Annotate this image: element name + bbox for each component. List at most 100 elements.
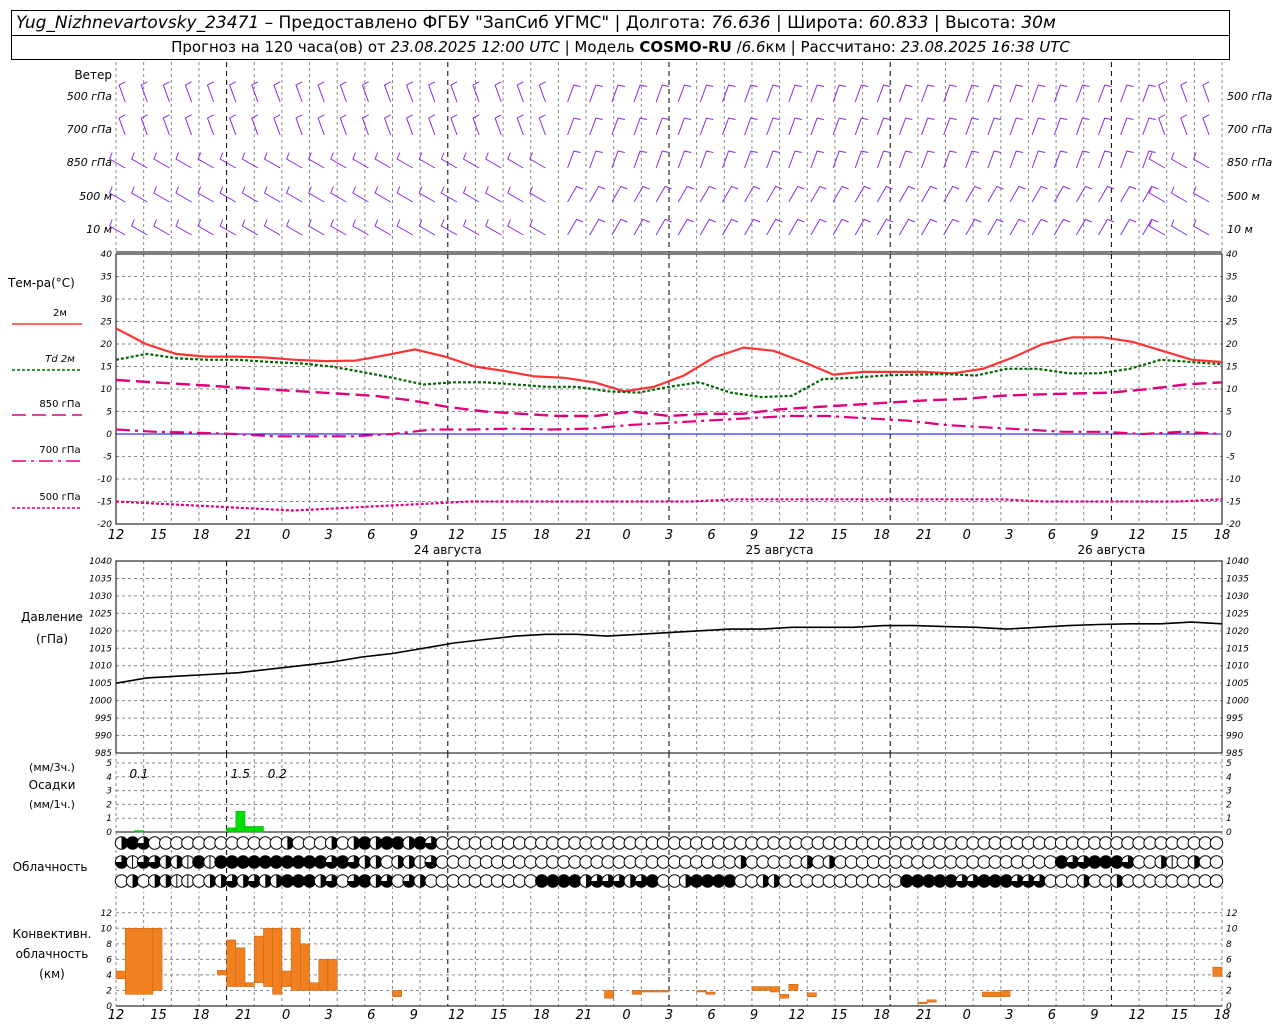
wind-barb xyxy=(462,152,480,169)
cloud-fill-overcast xyxy=(391,836,405,850)
cloud-symbol xyxy=(944,836,958,850)
axis-tick-right: 1010 xyxy=(1226,662,1249,672)
axis-tick-left: 5 xyxy=(106,408,112,418)
axis-tick-left: 995 xyxy=(95,714,112,724)
convective-bar xyxy=(309,982,320,991)
wind-barb xyxy=(567,117,581,136)
convective-bar xyxy=(770,986,780,993)
pressure-unit: (гПа) xyxy=(36,632,68,646)
wind-level-label-right: 500 гПа xyxy=(1227,90,1273,103)
wind-barb xyxy=(567,150,581,169)
cloud-symbol xyxy=(811,874,825,888)
wind-barb xyxy=(219,219,237,236)
wind-barb xyxy=(589,117,603,136)
wind-barb xyxy=(567,84,581,103)
cloud-symbol xyxy=(623,836,637,850)
wind-barb xyxy=(330,152,347,169)
cloud-symbol xyxy=(170,836,184,850)
wind-barb xyxy=(361,114,369,136)
hour-tick-label-bottom: 18 xyxy=(193,1008,210,1023)
cloud-symbol xyxy=(313,836,328,850)
wind-barb xyxy=(921,150,935,169)
axis-tick-right: 995 xyxy=(1226,714,1243,724)
wind-barb xyxy=(405,81,414,103)
wind-barb xyxy=(428,114,436,136)
conv-title-3: (км) xyxy=(39,967,65,981)
axis-tick-left: 1015 xyxy=(89,644,112,654)
wind-barb xyxy=(175,152,192,169)
cloud-symbol xyxy=(601,855,615,869)
convective-bar xyxy=(318,959,329,991)
wind-barb xyxy=(1053,185,1070,203)
cloud-symbol xyxy=(1154,836,1168,850)
axis-tick-left: 40 xyxy=(101,250,113,260)
wind-barb xyxy=(677,218,694,236)
cloud-symbol xyxy=(855,855,870,869)
wind-barb xyxy=(462,219,480,236)
cloud-symbol xyxy=(756,855,770,869)
cloud-symbol xyxy=(214,836,228,850)
hour-tick-label: 12 xyxy=(788,528,805,543)
cloud-symbol xyxy=(1121,836,1135,850)
wind-barb xyxy=(418,152,436,169)
cloud-fill-overcast xyxy=(911,874,925,888)
wind-title: Ветер xyxy=(74,68,112,82)
wind-barb xyxy=(131,152,148,169)
cloud-symbol xyxy=(999,855,1013,869)
hour-tick-label: 15 xyxy=(1171,528,1188,543)
wind-barb xyxy=(219,186,237,203)
cloud-symbol xyxy=(734,874,748,888)
cloud-fill-overcast xyxy=(236,855,250,869)
wind-barb xyxy=(197,152,214,169)
cloud-fill-overcast xyxy=(690,874,703,888)
wind-barb xyxy=(251,81,259,103)
cloud-fill-overcast xyxy=(126,836,139,850)
wind-barb xyxy=(655,84,670,103)
convective-bar xyxy=(982,991,1002,997)
cloud-fill-overcast xyxy=(225,855,239,869)
hour-tick-label: 21 xyxy=(235,528,252,543)
cloud-symbol xyxy=(844,874,859,888)
cloud-symbol xyxy=(866,855,881,869)
wind-barb xyxy=(677,185,694,203)
hour-tick-label-bottom: 0 xyxy=(622,1008,630,1023)
legend-label: 700 гПа xyxy=(39,445,80,456)
hour-tick-label: 3 xyxy=(1005,528,1013,543)
wind-barb xyxy=(229,81,237,103)
wind-barb xyxy=(118,81,126,103)
axis-tick-right: 8 xyxy=(1226,940,1232,950)
hour-tick-label-bottom: 15 xyxy=(150,1008,167,1023)
axis-tick-right: 1 xyxy=(1226,814,1232,824)
axis-tick-left: 2 xyxy=(106,986,112,996)
precip-bar xyxy=(254,826,264,833)
wind-barb xyxy=(1075,117,1090,136)
axis-tick-right: 1015 xyxy=(1226,644,1249,654)
axis-tick-right: 5 xyxy=(1226,759,1232,769)
cloud-fill-overcast xyxy=(303,874,316,888)
wind-barb xyxy=(699,117,714,136)
hour-tick-label-bottom: 12 xyxy=(448,1008,465,1023)
wind-barb xyxy=(405,114,414,136)
wind-level-label-left: 850 гПа xyxy=(67,156,113,169)
cloud-symbol xyxy=(1099,874,1113,888)
cloud-symbol xyxy=(468,836,483,850)
cloud-symbol xyxy=(999,836,1013,850)
cloud-fill-overcast xyxy=(259,855,272,869)
cloud-fill-overcast xyxy=(292,855,305,869)
cloud-symbol xyxy=(988,855,1002,869)
wind-barb xyxy=(832,185,849,203)
cloud-symbol xyxy=(1209,855,1224,869)
wind-barb xyxy=(1120,84,1134,103)
cloud-symbol xyxy=(1176,836,1190,850)
axis-tick-left: 3 xyxy=(106,787,112,797)
precip-title-bottom: (мм/1ч.) xyxy=(29,798,75,811)
cloud-symbol xyxy=(855,836,870,850)
convective-bar xyxy=(235,947,246,987)
wind-barb xyxy=(374,186,391,203)
wind-barb xyxy=(567,218,584,236)
axis-tick-right: 985 xyxy=(1226,749,1243,759)
wind-barb xyxy=(273,81,281,103)
cloud-symbol xyxy=(822,874,837,888)
temperature-panel: 40 4035 3530 3025 2520 2015 1510 105 50 0-5 -5-10-… xyxy=(7,250,1241,557)
precip-total-label: 0.1 xyxy=(129,767,148,781)
